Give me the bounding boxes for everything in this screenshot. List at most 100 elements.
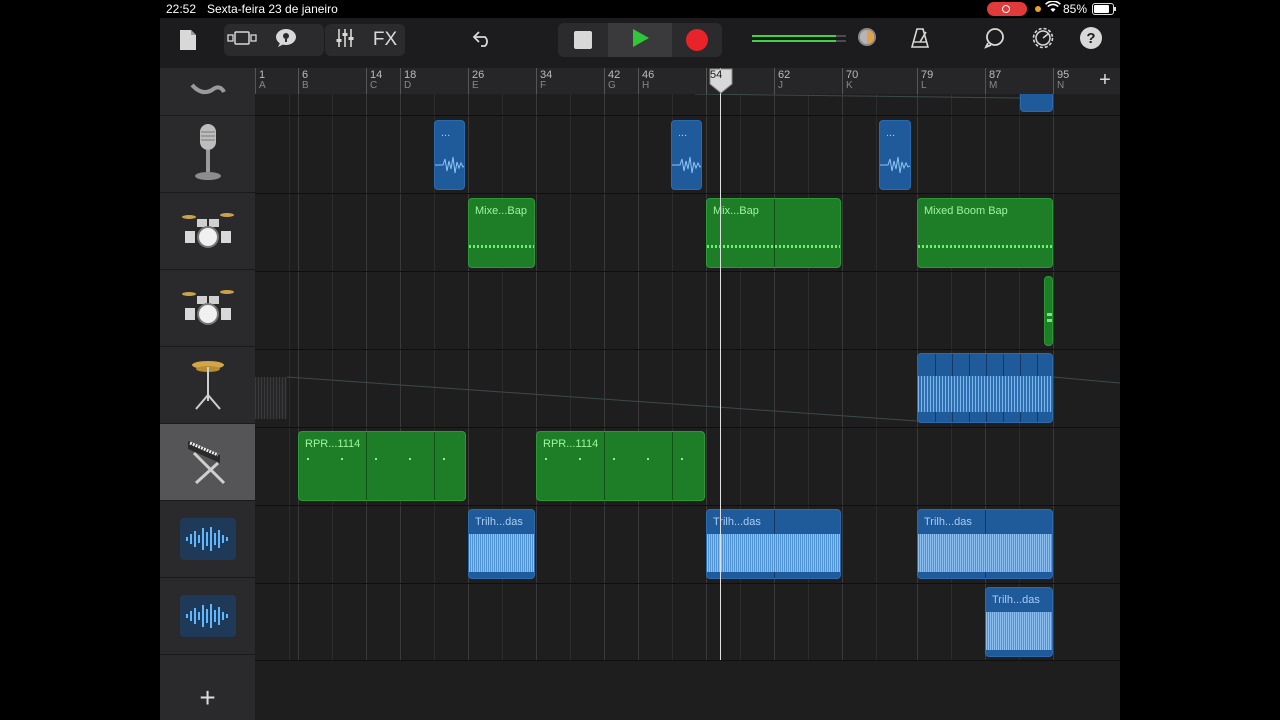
ruler-bar-number: 54 — [710, 69, 723, 81]
tracks-view-button[interactable] — [226, 26, 262, 54]
region-label: RPR...1114 — [305, 438, 361, 450]
waveform — [880, 156, 910, 174]
keyboard-icon — [184, 433, 232, 492]
stop-icon — [574, 31, 592, 49]
ruler-section-letter: C — [370, 80, 378, 91]
drum-pattern — [469, 245, 534, 248]
drum-pattern — [707, 245, 840, 248]
region-label: RPR...1114 — [543, 438, 599, 450]
region-label: ... — [678, 127, 688, 139]
track-header[interactable] — [160, 578, 255, 655]
audio-region[interactable]: Trilh...das — [917, 509, 1053, 579]
cymbal-icon — [188, 355, 228, 416]
ruler-section-letter: D — [404, 80, 412, 91]
waveform — [918, 376, 1052, 412]
microphone-icon — [193, 122, 223, 187]
region-label: Trilh...das — [924, 516, 972, 528]
ruler-section-letter: K — [846, 80, 853, 91]
undo-button[interactable] — [468, 26, 498, 54]
gear-icon — [1031, 26, 1055, 55]
midi-region[interactable]: RPR...1114 — [536, 431, 705, 501]
playhead-line[interactable] — [720, 68, 721, 660]
waveform — [918, 534, 1052, 572]
tracks-area[interactable]: ... ... ... Mixe...Bap Mix...Bap Mixed B… — [255, 94, 1120, 720]
vocal-region[interactable]: ... — [434, 120, 465, 190]
battery-percent: 85% — [1063, 2, 1088, 16]
region-label: ... — [886, 127, 896, 139]
my-songs-button[interactable] — [174, 28, 202, 56]
drummer-region[interactable] — [1044, 276, 1053, 346]
ruler-section-letter: A — [259, 80, 266, 91]
metronome-icon — [910, 27, 930, 53]
cymbal-region[interactable] — [917, 353, 1053, 423]
drummer-region[interactable]: Mixed Boom Bap — [917, 198, 1053, 268]
track-header[interactable] — [160, 501, 255, 578]
drummer-region[interactable]: Mix...Bap — [706, 198, 841, 268]
settings-button[interactable] — [1028, 26, 1058, 54]
ruler-section-letter: G — [608, 80, 616, 91]
speech-bubble-icon — [275, 28, 297, 53]
ruler-section-letter: M — [989, 80, 998, 91]
master-volume-knob[interactable] — [856, 27, 878, 52]
fx-button[interactable]: FX — [368, 26, 402, 54]
track-header[interactable] — [160, 116, 255, 193]
add-section-button[interactable]: + — [1092, 69, 1118, 91]
vocal-region[interactable]: ... — [671, 120, 702, 190]
loop-browser-button[interactable] — [980, 26, 1010, 54]
status-date: Sexta-feira 23 de janeiro — [207, 2, 338, 16]
volume-knob-icon — [857, 27, 877, 52]
audio-region[interactable]: Trilh...das — [985, 587, 1053, 657]
ruler-section-letter: N — [1057, 80, 1065, 91]
mixer-button[interactable] — [330, 26, 360, 54]
waveform — [469, 534, 534, 572]
help-button[interactable]: ? — [1080, 27, 1102, 49]
audio-region[interactable] — [1020, 94, 1053, 112]
help-icon: ? — [1086, 29, 1096, 47]
wifi-icon — [1045, 0, 1061, 16]
timeline-ruler[interactable]: 1 A 6 B 14 C 18 D 26 E 34 F 42 G 46 H 54… — [255, 68, 1120, 94]
waveform — [672, 156, 701, 174]
record-button[interactable] — [678, 25, 716, 55]
battery-icon — [1092, 3, 1116, 15]
loop-icon — [984, 27, 1006, 54]
waveform — [707, 534, 840, 572]
ruler-section-letter: E — [472, 80, 479, 91]
ruler-section-letter: B — [302, 80, 309, 91]
stop-button[interactable] — [564, 25, 602, 55]
record-icon — [686, 29, 708, 51]
drummer-region[interactable]: Mixe...Bap — [468, 198, 535, 268]
ruler-section-letter: F — [540, 80, 547, 91]
ruler-section-letter: H — [642, 80, 650, 91]
smart-controls-button[interactable] — [270, 26, 302, 54]
play-button[interactable] — [608, 23, 672, 57]
track-header[interactable] — [160, 270, 255, 347]
track-headers — [160, 68, 255, 720]
track-header[interactable] — [160, 193, 255, 270]
screen-recording-indicator — [987, 2, 1027, 16]
muted-region[interactable] — [255, 377, 287, 419]
vocal-region[interactable]: ... — [879, 120, 911, 190]
privacy-dot-icon — [1035, 6, 1041, 12]
undo-icon — [472, 29, 494, 52]
metronome-button[interactable] — [905, 26, 935, 54]
audio-waveform-icon — [179, 518, 236, 560]
partial-track-icon — [188, 82, 228, 101]
ruler-section-letter: J — [778, 80, 783, 91]
drum-kit-icon — [181, 209, 235, 254]
midi-region[interactable]: RPR...1114 — [298, 431, 466, 501]
drum-pattern — [918, 245, 1052, 248]
audio-region[interactable]: Trilh...das — [706, 509, 841, 579]
track-header[interactable] — [160, 347, 255, 424]
master-level-meter — [752, 33, 846, 45]
track-header[interactable] — [160, 68, 255, 116]
document-icon — [179, 29, 197, 56]
audio-waveform-icon — [179, 595, 236, 637]
tracks-view-icon — [227, 30, 261, 50]
add-track-button[interactable]: + — [160, 676, 255, 720]
drum-kit-icon — [181, 286, 235, 331]
track-header-selected[interactable] — [160, 424, 255, 501]
region-label: Trilh...das — [992, 594, 1040, 606]
control-bar: FX ? — [160, 18, 1120, 68]
audio-region[interactable]: Trilh...das — [468, 509, 535, 579]
sliders-icon — [335, 28, 355, 53]
